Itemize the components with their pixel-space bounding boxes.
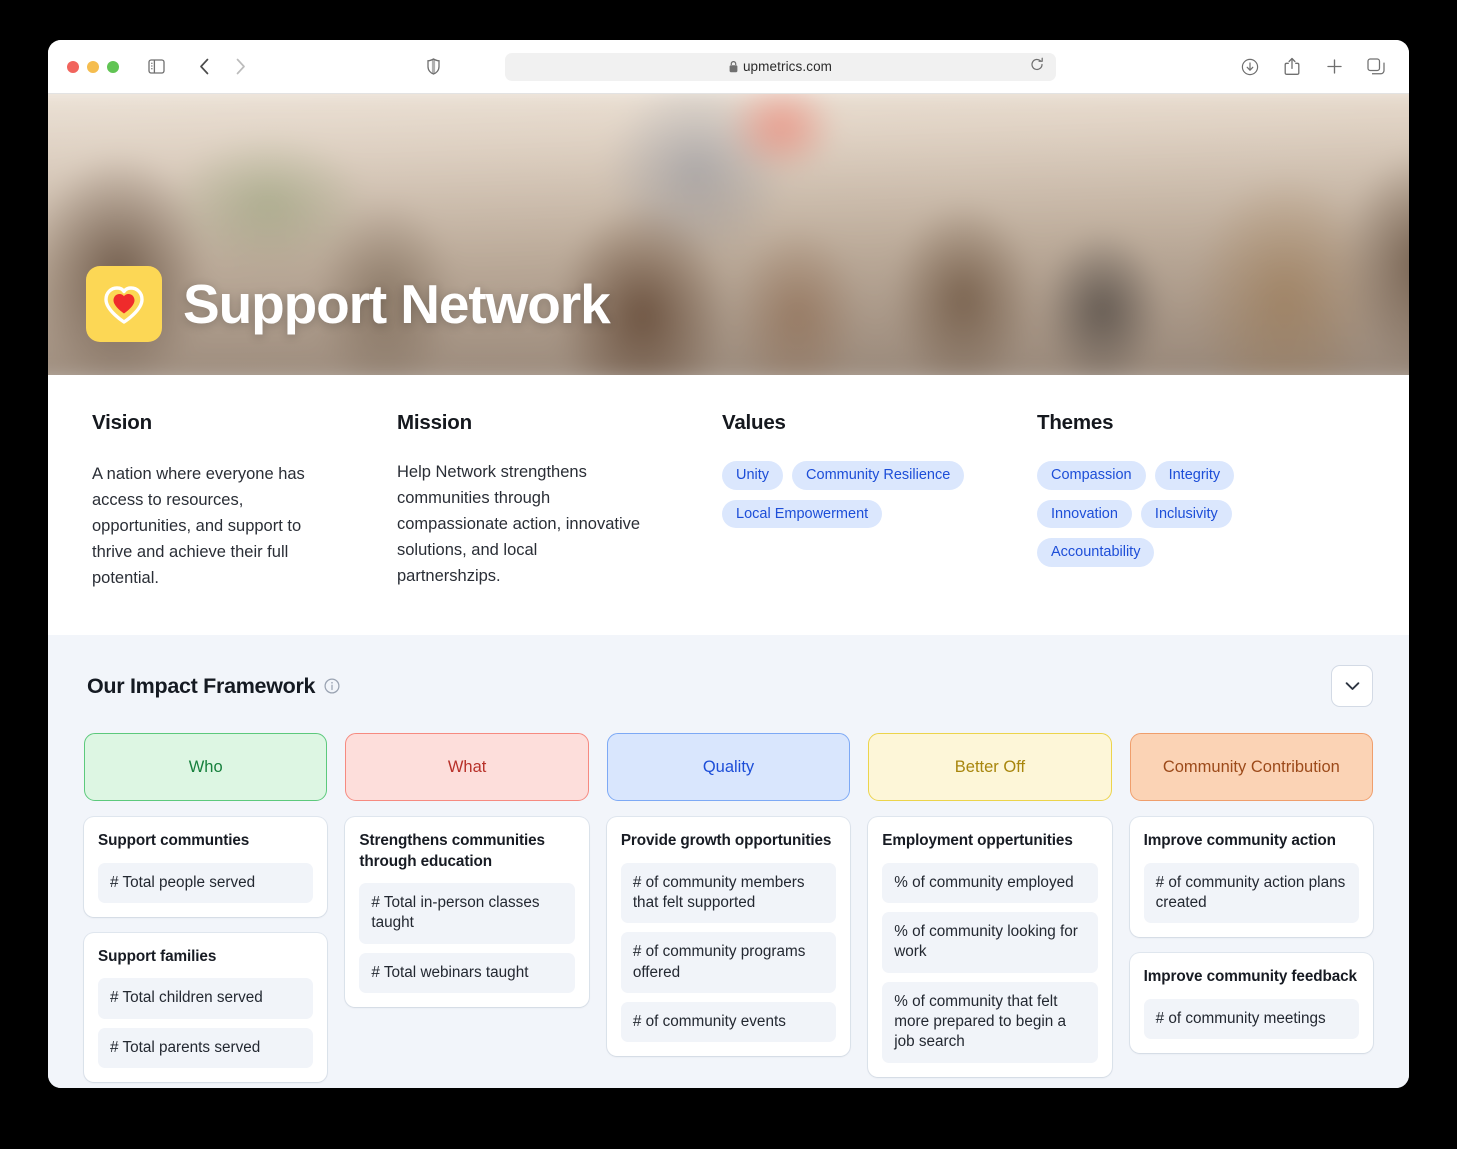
values-pill[interactable]: Community Resilience <box>792 461 965 490</box>
metric-chip[interactable]: % of community looking for work <box>882 912 1098 973</box>
values-pill[interactable]: Unity <box>722 461 784 490</box>
themes-pill[interactable]: Innovation <box>1037 499 1132 528</box>
values-heading: Values <box>722 411 786 434</box>
outcome-card[interactable]: Support communties # Total people served <box>84 817 328 917</box>
browser-toolbar: upmetrics.com <box>48 40 1409 94</box>
framework-title: Our Impact Framework <box>87 673 316 698</box>
metric-chip[interactable]: # of community action plans created <box>1143 862 1360 924</box>
close-window-button[interactable] <box>67 60 79 73</box>
impact-framework-section: Our Impact Framework Who Support communt… <box>48 635 1409 1088</box>
address-bar[interactable]: upmetrics.com <box>505 52 1056 81</box>
outcome-card-title: Improve community action <box>1143 832 1336 850</box>
outcome-card-title: Provide growth opportunities <box>620 832 832 850</box>
metric-chip[interactable]: # of community programs offered <box>620 932 837 994</box>
values-pill[interactable]: Local Empowerment <box>722 499 883 528</box>
outcome-card[interactable]: Employment oppertunities % of community e… <box>868 817 1112 1077</box>
reload-icon[interactable] <box>1030 57 1044 77</box>
browser-window: upmetrics.com Support Network Vision A n… <box>48 40 1409 1088</box>
framework-column: Better Off Employment oppertunities % of c… <box>868 733 1112 1088</box>
forward-arrow-icon[interactable] <box>225 52 255 82</box>
framework-columns: Who Support communties # Total people serv… <box>84 733 1374 1088</box>
framework-column: Who Support communties # Total people serv… <box>84 733 328 1088</box>
share-icon[interactable] <box>1277 52 1307 82</box>
tab-overview-icon[interactable] <box>1361 52 1391 82</box>
outcome-card-title: Improve community feedback <box>1143 968 1357 986</box>
metric-chip[interactable]: # Total children served <box>98 978 314 1019</box>
outcome-card[interactable]: Improve community feedback # of community… <box>1129 953 1374 1054</box>
window-controls[interactable] <box>48 60 119 73</box>
themes-pill[interactable]: Inclusivity <box>1140 499 1232 528</box>
outcome-card-title: Employment oppertunities <box>882 832 1073 850</box>
privacy-shield-icon[interactable] <box>418 52 448 82</box>
hero-content: Support Network <box>86 266 611 342</box>
collapse-framework-button[interactable] <box>1331 665 1373 708</box>
themes-pill-list: Compassion Integrity Innovation Inclusivity… <box>1037 461 1252 567</box>
lock-icon <box>729 60 738 73</box>
framework-header: Our Impact Framework <box>84 665 1373 708</box>
values-column: Values Unity Community Resilience Local Em… <box>722 411 1037 591</box>
themes-pill[interactable]: Integrity <box>1154 461 1235 490</box>
minimize-window-button[interactable] <box>87 60 99 73</box>
sidebar-toggle-icon[interactable] <box>141 52 171 82</box>
outcome-card[interactable]: Provide growth opportunities # of communi… <box>606 817 851 1057</box>
themes-pill[interactable]: Accountability <box>1037 538 1155 567</box>
mission-column: Mission Help Network strengthens communi… <box>397 411 722 591</box>
metric-chip[interactable]: # of community meetings <box>1143 998 1360 1040</box>
outcome-card-title: Support communties <box>98 832 250 850</box>
mission-text: Help Network strengthens communities thr… <box>397 463 641 586</box>
framework-column: What Strengthens communities through educ… <box>345 733 589 1023</box>
metric-chip[interactable]: % of community that felt more prepared t… <box>882 981 1098 1063</box>
vision-text: A nation where everyone has access to re… <box>92 465 305 588</box>
metric-chip[interactable]: # Total parents served <box>98 1027 314 1069</box>
mission-heading: Mission <box>397 411 472 434</box>
org-info-strip: Vision A nation where everyone has acces… <box>48 375 1409 636</box>
url-text: upmetrics.com <box>742 59 833 74</box>
heart-logo-icon <box>86 266 162 342</box>
vision-column: Vision A nation where everyone has acces… <box>92 411 397 591</box>
values-pill-list: Unity Community Resilience Local Empowerme… <box>722 461 992 528</box>
outcome-card-title: Strengthens communities through educatio… <box>359 832 545 870</box>
themes-heading: Themes <box>1037 411 1114 434</box>
hero-banner: Support Network <box>48 94 1409 375</box>
metric-chip[interactable]: % of community employed <box>882 862 1098 903</box>
framework-column: Quality Provide growth opportunities # of … <box>606 733 851 1072</box>
themes-column: Themes Compassion Integrity Innovation Incl… <box>1037 411 1365 591</box>
vision-heading: Vision <box>92 411 152 434</box>
outcome-card[interactable]: Improve community action # of community a… <box>1129 817 1374 938</box>
framework-column-header[interactable]: What <box>345 733 589 802</box>
metric-chip[interactable]: # Total people served <box>98 862 314 903</box>
framework-column-header[interactable]: Quality <box>606 733 851 802</box>
themes-pill[interactable]: Compassion <box>1037 461 1146 490</box>
framework-column-header[interactable]: Better Off <box>868 733 1112 802</box>
downloads-icon[interactable] <box>1235 52 1265 82</box>
page-title: Support Network <box>183 272 611 335</box>
metric-chip[interactable]: # Total in-person classes taught <box>359 883 575 944</box>
framework-column-header[interactable]: Who <box>84 733 328 802</box>
outcome-card[interactable]: Support families # Total children served #… <box>84 933 328 1083</box>
info-icon[interactable] <box>324 678 340 694</box>
chevron-down-icon <box>1345 681 1360 691</box>
maximize-window-button[interactable] <box>107 60 119 73</box>
metric-chip[interactable]: # Total webinars taught <box>359 952 575 994</box>
metric-chip[interactable]: # of community members that felt support… <box>620 862 837 924</box>
outcome-card[interactable]: Strengthens communities through educatio… <box>345 817 589 1008</box>
metric-chip[interactable]: # of community events <box>620 1002 837 1043</box>
plus-icon[interactable] <box>1319 52 1349 82</box>
back-arrow-icon[interactable] <box>189 52 219 82</box>
desktop-background: upmetrics.com Support Network Vision A n… <box>0 0 1457 1149</box>
outcome-card-title: Support families <box>98 948 217 965</box>
framework-column-header[interactable]: Community Contribution <box>1129 733 1374 802</box>
framework-column: Community Contribution Improve community … <box>1129 733 1374 1069</box>
